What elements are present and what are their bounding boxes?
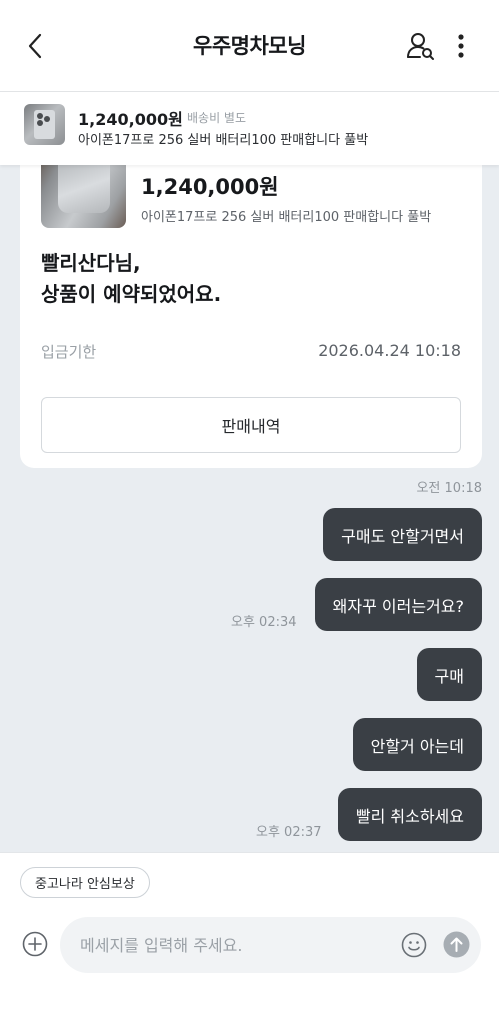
card-product-image bbox=[41, 165, 126, 228]
more-options-button[interactable] bbox=[450, 30, 472, 62]
chat-bubble[interactable]: 구매 bbox=[416, 648, 482, 701]
deadline-value: 2026.04.24 10:18 bbox=[318, 341, 461, 360]
reservation-card: 1,240,000원 아이폰17프로 256 실버 배터리100 판매합니다 풀… bbox=[20, 165, 482, 468]
chat-bubble[interactable]: 빨리 취소하세요 bbox=[337, 788, 482, 841]
user-search-icon bbox=[407, 33, 434, 60]
chat-bubble[interactable]: 안할거 아는데 bbox=[352, 718, 482, 771]
product-thumbnail bbox=[24, 104, 65, 145]
attach-button[interactable] bbox=[22, 931, 48, 957]
product-name: 아이폰17프로 256 실버 배터리100 판매합니다 풀박 bbox=[78, 133, 369, 148]
message-time: 오전 10:18 bbox=[416, 481, 482, 496]
chat-messages[interactable]: 1,240,000원 아이폰17프로 256 실버 배터리100 판매합니다 풀… bbox=[0, 165, 499, 852]
emoji-icon bbox=[401, 932, 427, 958]
user-search-button[interactable] bbox=[405, 30, 437, 62]
send-arrow-icon bbox=[443, 931, 470, 958]
message-time: 오후 02:37 bbox=[256, 825, 322, 840]
deadline-label: 입금기한 bbox=[41, 343, 97, 361]
plus-circle-icon bbox=[22, 931, 48, 957]
emoji-button[interactable] bbox=[401, 932, 427, 958]
chat-bubble[interactable]: 왜자꾸 이러는거요? bbox=[314, 578, 482, 631]
safe-compensation-chip[interactable]: 중고나라 안심보상 bbox=[20, 867, 150, 898]
product-price: 1,240,000원 bbox=[78, 110, 183, 129]
message-input[interactable] bbox=[80, 917, 390, 973]
product-summary-bar[interactable]: 1,240,000원 배송비 별도 아이폰17프로 256 실버 배터리100 … bbox=[0, 92, 499, 165]
shipping-note: 배송비 별도 bbox=[187, 111, 247, 125]
reservation-message: 빨리산다님, 상품이 예약되었어요. bbox=[41, 251, 222, 306]
more-vertical-icon bbox=[458, 34, 464, 58]
card-product-name: 아이폰17프로 256 실버 배터리100 판매합니다 풀박 bbox=[141, 210, 432, 225]
message-input-container bbox=[60, 917, 481, 973]
send-button[interactable] bbox=[443, 931, 470, 958]
message-time: 오후 02:34 bbox=[231, 615, 297, 630]
card-price: 1,240,000원 bbox=[141, 175, 279, 199]
chat-bubble[interactable]: 구매도 안할거면서 bbox=[323, 508, 482, 561]
sales-history-button[interactable]: 판매내역 bbox=[41, 397, 461, 453]
chat-header: 우주명차모닝 bbox=[0, 0, 499, 92]
